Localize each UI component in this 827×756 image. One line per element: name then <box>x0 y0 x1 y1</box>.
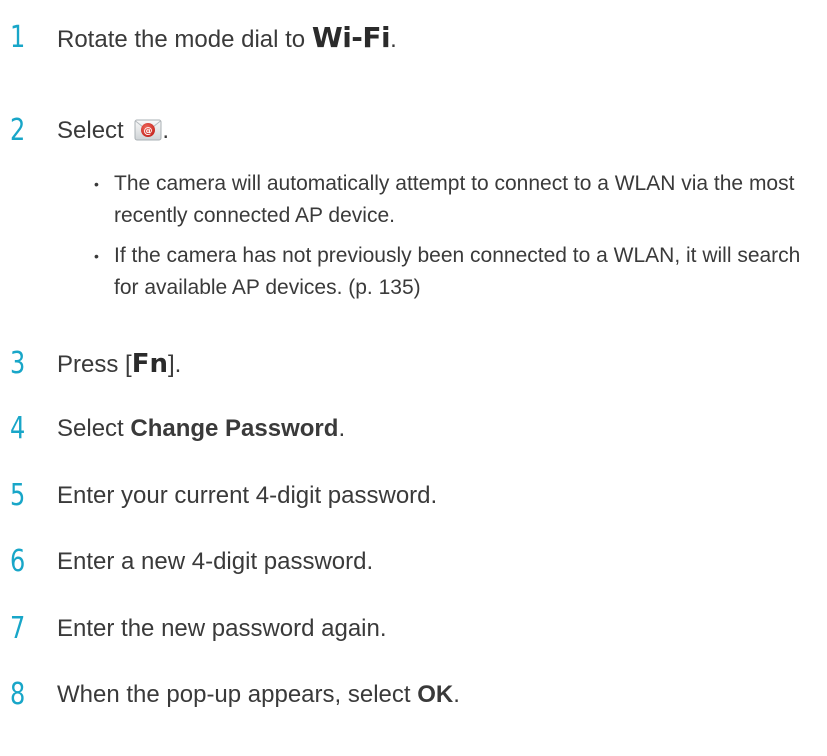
step-1: 1 Rotate the mode dial to Wi-Fi. <box>0 18 827 58</box>
step-4: 4 Select Change Password. <box>0 409 827 449</box>
step-5: 5 Enter your current 4-digit password. <box>0 476 827 516</box>
popup-option-ok: OK <box>417 681 454 708</box>
email-icon: @ <box>134 119 162 141</box>
step-label: Select <box>57 415 131 442</box>
bullet-icon: • <box>94 248 99 264</box>
step-number: 7 <box>10 611 26 646</box>
step-label: When the pop-up appears, select <box>57 681 418 708</box>
fn-button-label: Fn <box>131 349 168 379</box>
step-number: 1 <box>10 20 26 55</box>
step-punct: . <box>338 415 346 442</box>
step-punct: . <box>390 26 397 53</box>
step-text: Select Change Password. <box>57 409 345 449</box>
step-punct: . <box>453 681 460 708</box>
step-number: 8 <box>10 677 26 712</box>
step-label: Press [ <box>57 351 132 378</box>
step-text: Rotate the mode dial to Wi-Fi. <box>57 18 397 60</box>
step-number: 2 <box>10 113 26 148</box>
step-text: When the pop-up appears, select OK. <box>57 675 460 715</box>
step-2: 2 Select @ . <box>0 111 827 151</box>
step-text: Enter a new 4-digit password. <box>57 548 374 575</box>
step-text: Enter your current 4-digit password. <box>57 482 438 509</box>
step-number: 4 <box>10 411 26 446</box>
menu-option-change-password: Change Password <box>130 415 339 442</box>
wifi-mode-label: Wi-Fi <box>311 21 391 54</box>
step-text: Enter the new password again. <box>57 615 387 642</box>
step-punct: . <box>162 117 170 144</box>
step-8: 8 When the pop-up appears, select OK. <box>0 675 827 715</box>
step-7: 7 Enter the new password again. <box>0 609 827 649</box>
step-number: 5 <box>10 478 26 513</box>
step-6: 6 Enter a new 4-digit password. <box>0 542 827 582</box>
step-label: Select <box>57 117 131 144</box>
bullet-icon: • <box>94 176 99 192</box>
step-label: Rotate the mode dial to <box>57 26 312 53</box>
note-bullet-1: • The camera will automatically attempt … <box>94 168 814 232</box>
step-number: 6 <box>10 544 26 579</box>
step-punct: ]. <box>167 351 182 378</box>
step-3: 3 Press [Fn]. <box>0 344 827 384</box>
note-bullet-2: • If the camera has not previously been … <box>94 240 814 304</box>
step-text: Press [Fn]. <box>57 344 181 385</box>
note-text: The camera will automatically attempt to… <box>114 172 795 227</box>
note-text: If the camera has not previously been co… <box>114 244 801 299</box>
step-text: Select @ . <box>57 111 169 151</box>
step-number: 3 <box>10 346 26 381</box>
svg-text:@: @ <box>144 127 153 137</box>
